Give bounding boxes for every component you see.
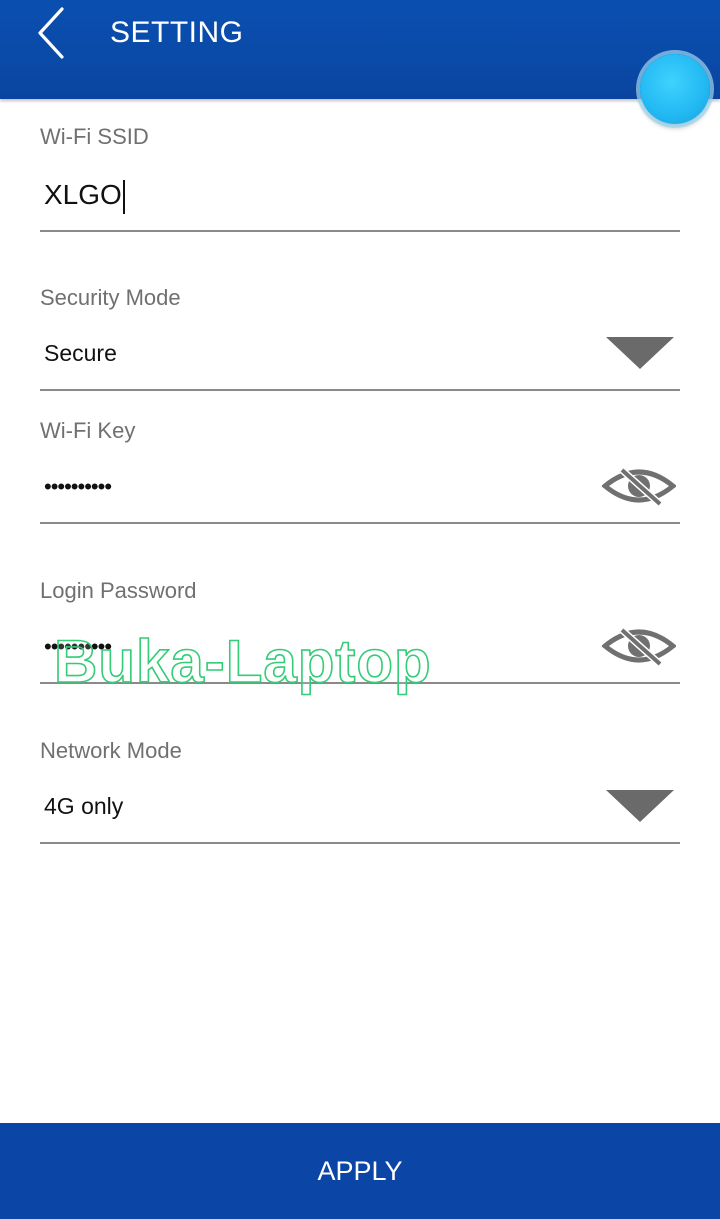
network-mode-label: Network Mode xyxy=(40,738,182,763)
dropdown-arrow-icon[interactable] xyxy=(606,790,674,822)
ssid-value: XLGO xyxy=(44,176,125,214)
network-mode-select[interactable]: 4G only xyxy=(40,776,680,844)
floating-action-button[interactable] xyxy=(640,54,710,124)
wifi-key-value: •••••••••• xyxy=(44,474,112,499)
text-cursor xyxy=(122,179,125,214)
page-title: SETTING xyxy=(110,16,244,49)
dropdown-arrow-icon[interactable] xyxy=(606,337,674,369)
security-mode-select[interactable]: Secure xyxy=(40,323,680,391)
security-mode-value: Secure xyxy=(44,340,117,366)
ssid-label: Wi-Fi SSID xyxy=(40,124,149,149)
network-mode-value: 4G only xyxy=(44,793,124,819)
apply-button[interactable]: APPLY xyxy=(0,1123,720,1219)
chevron-left-icon xyxy=(38,7,64,59)
login-password-label: Login Password xyxy=(40,578,197,603)
login-password-value: •••••••••• xyxy=(44,634,112,659)
wifi-key-label: Wi-Fi Key xyxy=(40,418,136,443)
wifi-key-input[interactable]: •••••••••• xyxy=(40,456,680,524)
security-mode-label: Security Mode xyxy=(40,285,181,310)
back-button[interactable] xyxy=(26,4,76,62)
eye-slash-icon[interactable] xyxy=(602,464,676,508)
ssid-input[interactable]: XLGO xyxy=(40,162,680,232)
login-password-input[interactable]: •••••••••• xyxy=(40,616,680,684)
eye-slash-icon[interactable] xyxy=(602,624,676,668)
app-header: SETTING xyxy=(0,0,720,99)
